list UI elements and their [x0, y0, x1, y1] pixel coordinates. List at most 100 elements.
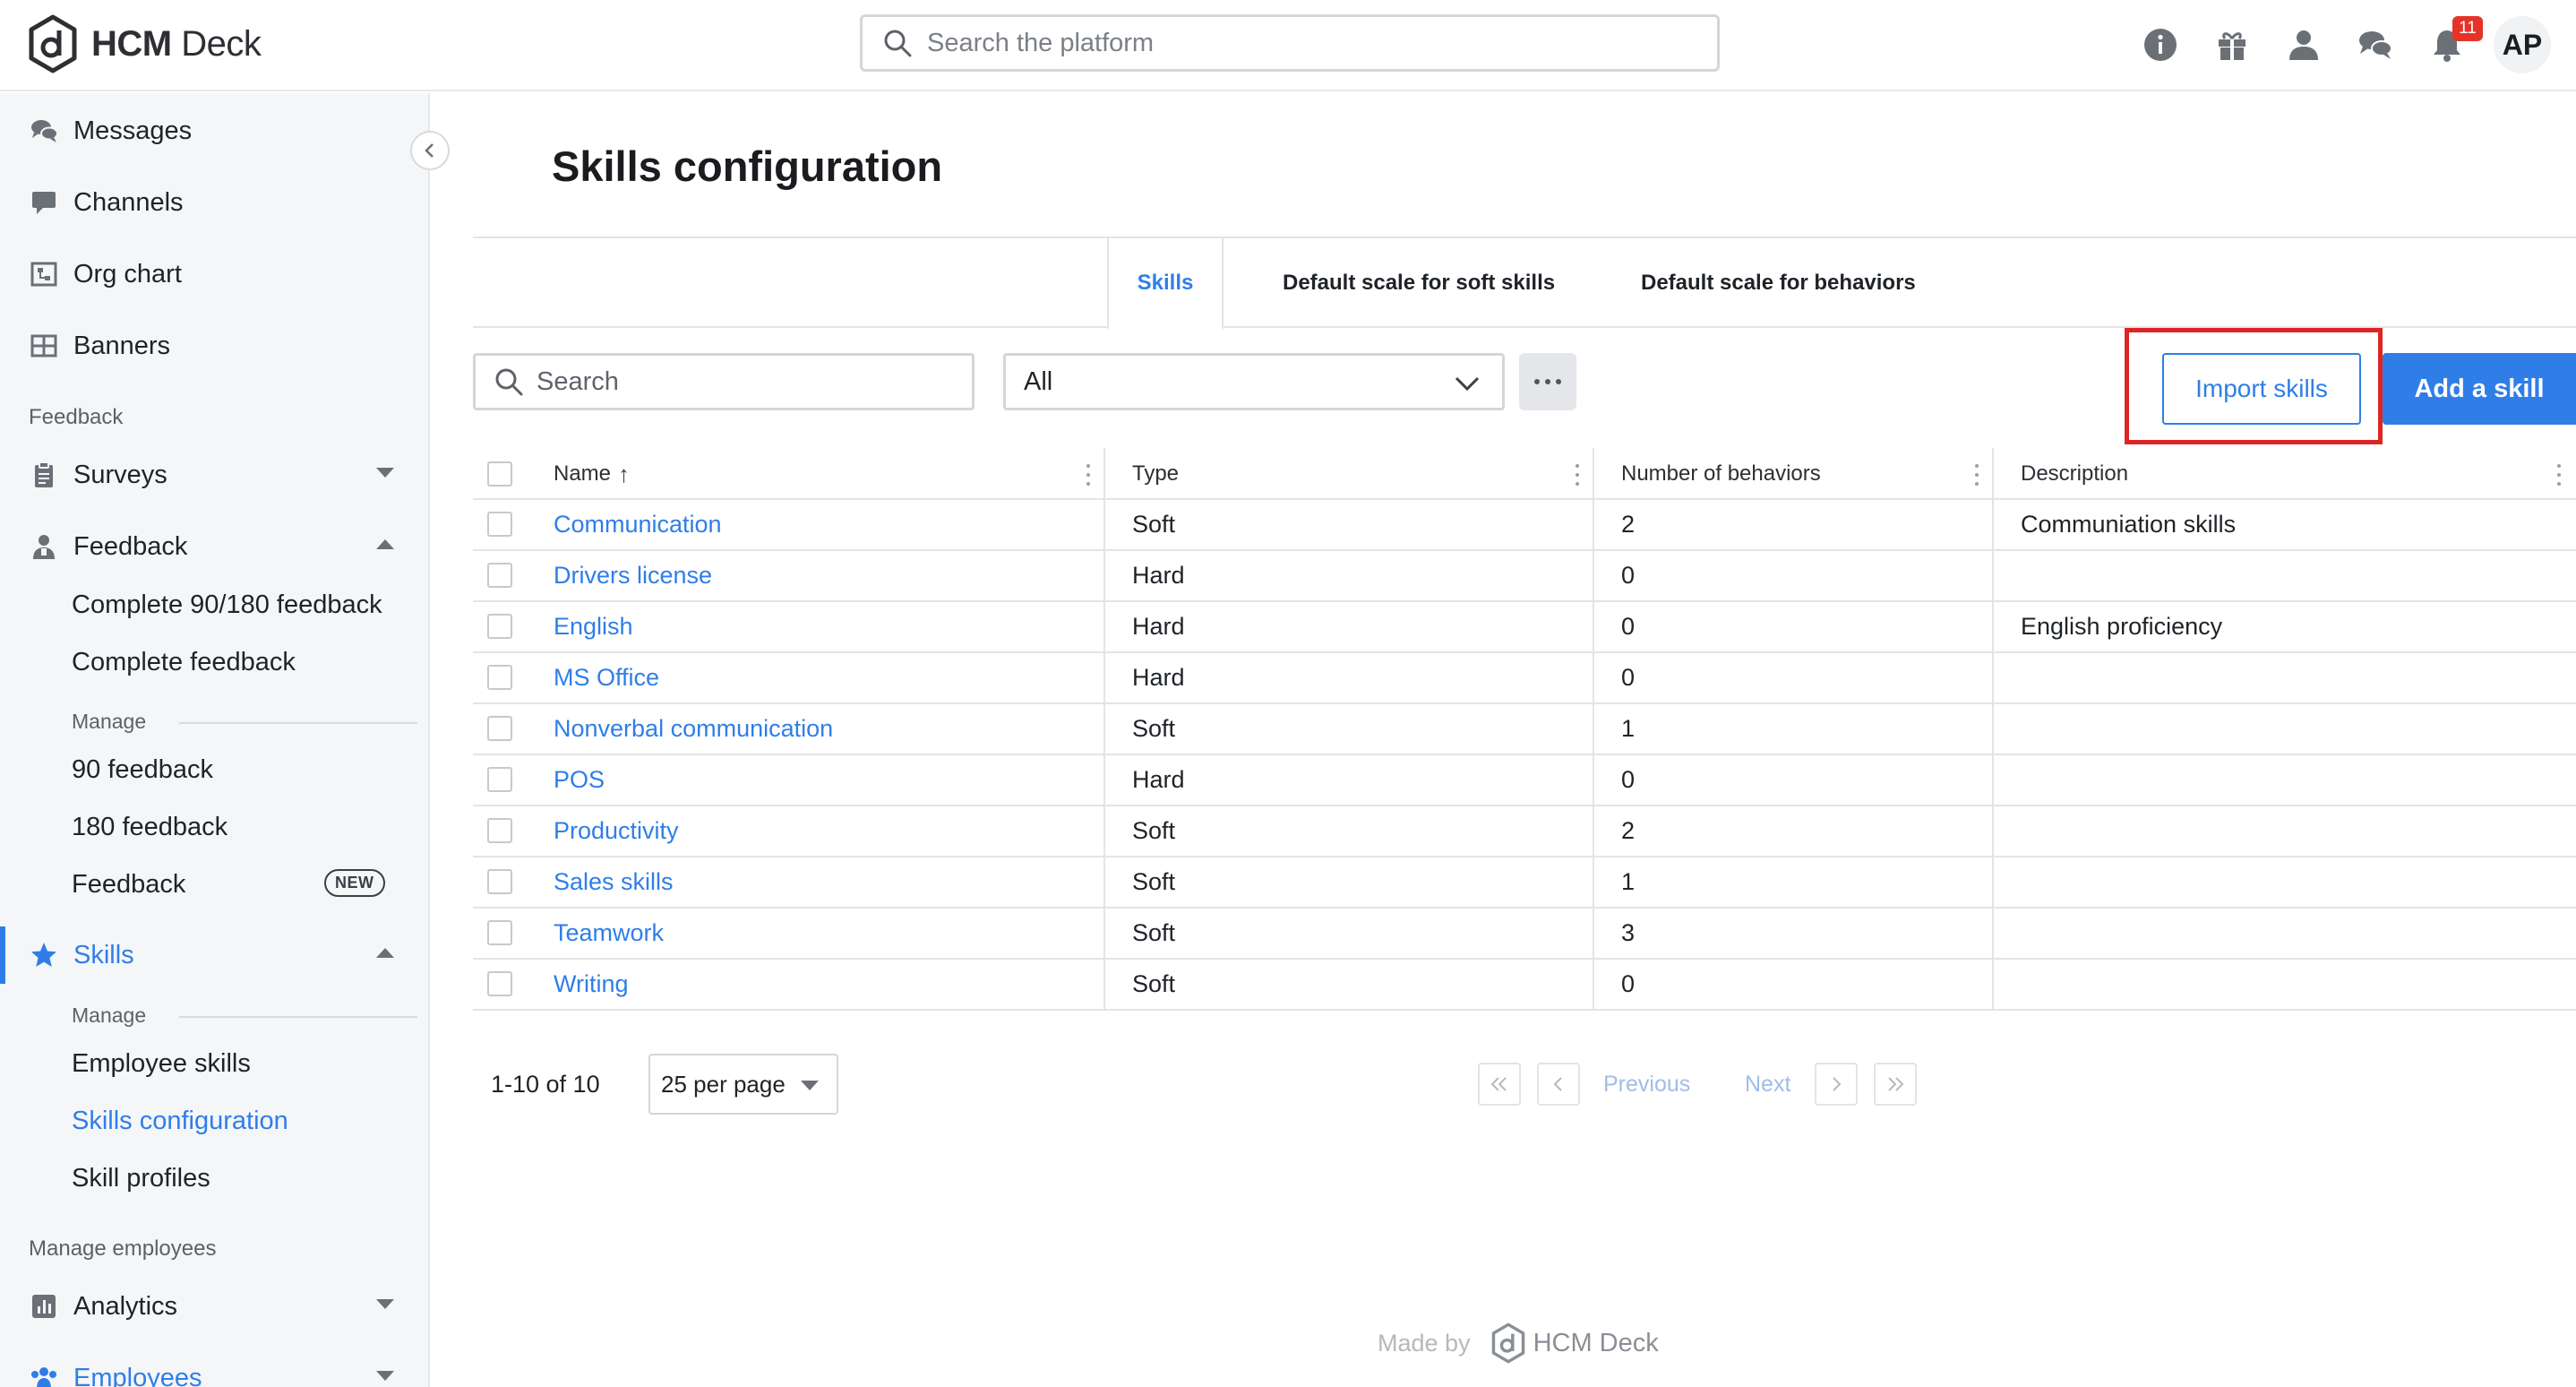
- user-icon[interactable]: [2284, 25, 2323, 65]
- behavior-count: 0: [1621, 562, 1636, 589]
- table-row[interactable]: English Hard 0 English proficiency: [473, 602, 2576, 653]
- skill-name-link[interactable]: Productivity: [554, 806, 679, 856]
- sidebar-sub-180-feedback[interactable]: 180 feedback: [72, 805, 228, 849]
- tab-default-scale-behaviors[interactable]: Default scale for behaviors: [1641, 238, 1916, 328]
- table-row[interactable]: MS Office Hard 0: [473, 653, 2576, 704]
- sidebar-item-messages[interactable]: Messages: [0, 104, 430, 158]
- row-checkbox[interactable]: [487, 818, 512, 843]
- sidebar-sub-skills-configuration[interactable]: Skills configuration: [72, 1098, 288, 1143]
- sidebar-sub-90-feedback[interactable]: 90 feedback: [72, 747, 213, 792]
- column-header-description[interactable]: Description: [2021, 448, 2128, 500]
- column-menu-icon[interactable]: [1974, 464, 1979, 486]
- table-row[interactable]: Teamwork Soft 3: [473, 909, 2576, 960]
- collapse-sidebar-button[interactable]: [410, 131, 450, 170]
- row-checkbox[interactable]: [487, 716, 512, 741]
- skill-name-link[interactable]: Communication: [554, 500, 722, 549]
- chevron-up-icon: [376, 948, 394, 958]
- row-checkbox[interactable]: [487, 665, 512, 690]
- row-checkbox[interactable]: [487, 767, 512, 792]
- add-skill-button[interactable]: Add a skill: [2383, 353, 2576, 425]
- next-page-icon-button[interactable]: [1815, 1063, 1858, 1106]
- table-row[interactable]: Drivers license Hard 0: [473, 551, 2576, 602]
- table-header: Name ↑ Type Number of behaviors Descript…: [473, 448, 2576, 500]
- global-search[interactable]: [860, 14, 1720, 72]
- skill-name-link[interactable]: MS Office: [554, 653, 659, 702]
- row-checkbox[interactable]: [487, 920, 512, 945]
- sidebar-sub-feedback[interactable]: Feedback: [72, 862, 185, 907]
- sidebar-item-label: Org chart: [73, 259, 182, 289]
- sidebar-item-label: Skills: [73, 940, 134, 969]
- table-row[interactable]: Communication Soft 2 Communiation skills: [473, 500, 2576, 551]
- behavior-count: 1: [1621, 868, 1636, 895]
- skill-name-link[interactable]: Drivers license: [554, 551, 712, 600]
- global-search-input[interactable]: [927, 28, 1662, 58]
- analytics-icon: [29, 1291, 59, 1322]
- chevron-up-icon: [376, 539, 394, 549]
- skill-description: Communiation skills: [2021, 511, 2237, 538]
- row-checkbox[interactable]: [487, 512, 512, 537]
- table-search-input[interactable]: [537, 366, 949, 397]
- more-options-button[interactable]: [1519, 353, 1576, 410]
- row-checkbox[interactable]: [487, 869, 512, 894]
- table-row[interactable]: Writing Soft 0: [473, 960, 2576, 1011]
- sidebar-item-feedback[interactable]: Feedback: [0, 520, 430, 573]
- per-page-select[interactable]: 25 per page: [648, 1054, 838, 1115]
- tab-skills[interactable]: Skills: [1107, 238, 1224, 330]
- sidebar-item-channels[interactable]: Channels: [0, 176, 430, 229]
- previous-page-button[interactable]: Previous: [1603, 1072, 1690, 1098]
- chat-icon[interactable]: [2356, 25, 2395, 65]
- gift-icon[interactable]: [2212, 25, 2252, 65]
- skill-name-link[interactable]: Teamwork: [554, 909, 664, 958]
- sidebar-item-skills[interactable]: Skills: [0, 928, 430, 982]
- pagination-range: 1-10 of 10: [491, 1070, 600, 1098]
- prev-page-icon-button[interactable]: [1537, 1063, 1580, 1106]
- column-header-name[interactable]: Name ↑: [554, 448, 630, 500]
- sidebar-sub-skill-profiles[interactable]: Skill profiles: [72, 1156, 210, 1201]
- sidebar-item-banners[interactable]: Banners: [0, 319, 430, 373]
- row-checkbox[interactable]: [487, 563, 512, 588]
- column-header-behaviors[interactable]: Number of behaviors: [1621, 448, 1821, 500]
- app-logo[interactable]: HCM Deck: [27, 13, 262, 75]
- first-page-button[interactable]: [1478, 1063, 1521, 1106]
- app-name: HCM Deck: [91, 23, 262, 64]
- column-header-type[interactable]: Type: [1132, 448, 1179, 500]
- row-checkbox[interactable]: [487, 614, 512, 639]
- sidebar-item-org-chart[interactable]: Org chart: [0, 247, 430, 301]
- made-by-text: Made by: [1378, 1329, 1471, 1357]
- type-filter-select[interactable]: All: [1003, 353, 1505, 410]
- behavior-count: 2: [1621, 817, 1636, 844]
- skill-name-link[interactable]: Writing: [554, 960, 629, 1009]
- import-skills-button[interactable]: Import skills: [2162, 353, 2361, 425]
- sidebar-item-employees[interactable]: Employees: [0, 1351, 430, 1387]
- column-menu-icon[interactable]: [1086, 464, 1091, 486]
- column-menu-icon[interactable]: [1575, 464, 1580, 486]
- table-row[interactable]: Nonverbal communication Soft 1: [473, 704, 2576, 755]
- row-checkbox[interactable]: [487, 971, 512, 996]
- channels-icon: [29, 187, 59, 218]
- sidebar-sub-complete-feedback[interactable]: Complete feedback: [72, 640, 296, 685]
- skills-table: Name ↑ Type Number of behaviors Descript…: [473, 448, 2576, 1011]
- skill-name-link[interactable]: POS: [554, 755, 605, 805]
- tab-default-scale-soft-skills[interactable]: Default scale for soft skills: [1283, 238, 1555, 328]
- column-menu-icon[interactable]: [2556, 464, 2562, 486]
- next-page-button[interactable]: Next: [1745, 1072, 1790, 1098]
- sidebar-item-analytics[interactable]: Analytics: [0, 1279, 430, 1333]
- dot: [1545, 379, 1550, 384]
- table-row[interactable]: Productivity Soft 2: [473, 806, 2576, 857]
- table-search[interactable]: [473, 353, 975, 410]
- sidebar-item-surveys[interactable]: Surveys: [0, 448, 430, 502]
- skill-name-link[interactable]: Nonverbal communication: [554, 704, 833, 754]
- avatar[interactable]: AP: [2494, 16, 2551, 73]
- sidebar-sub-complete-90-180[interactable]: Complete 90/180 feedback: [72, 582, 382, 627]
- sidebar-sub-employee-skills[interactable]: Employee skills: [72, 1041, 251, 1086]
- skill-name-link[interactable]: Sales skills: [554, 857, 674, 907]
- skill-name-link[interactable]: English: [554, 602, 633, 651]
- select-all-checkbox[interactable]: [487, 461, 512, 487]
- chevron-down-icon: [376, 1299, 394, 1309]
- table-row[interactable]: POS Hard 0: [473, 755, 2576, 806]
- info-icon[interactable]: [2141, 25, 2180, 65]
- table-row[interactable]: Sales skills Soft 1: [473, 857, 2576, 909]
- last-page-button[interactable]: [1874, 1063, 1917, 1106]
- bell-icon[interactable]: 11: [2427, 16, 2483, 65]
- double-chevron-right-icon: [1888, 1077, 1904, 1091]
